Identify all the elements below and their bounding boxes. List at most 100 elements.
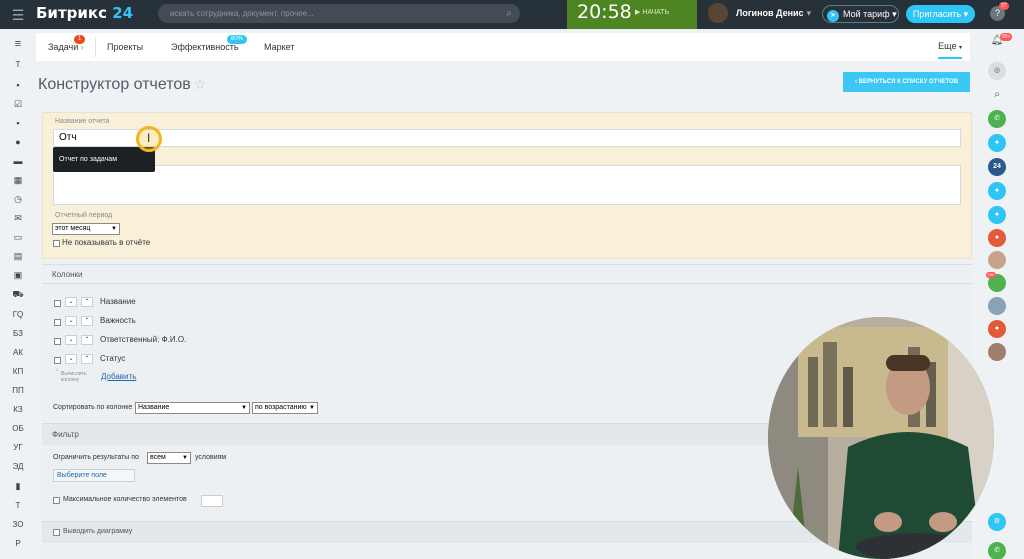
period-label: Отчетный период xyxy=(55,212,113,219)
chat-search-icon[interactable]: ◎ xyxy=(988,62,1006,80)
move-down-icon[interactable]: ⌄ xyxy=(65,354,77,364)
settings-icon[interactable]: ⚙ xyxy=(988,513,1006,531)
report-description-input[interactable] xyxy=(53,165,961,205)
mail-icon[interactable]: ✉ xyxy=(6,213,30,224)
user-chat-avatar-1[interactable] xyxy=(988,251,1006,269)
clock-icon[interactable]: ◷ xyxy=(6,194,30,205)
notification-badge: 99+ xyxy=(1000,33,1013,41)
search-icon[interactable]: ⌕ xyxy=(988,86,1006,104)
sidebar-item-kp[interactable]: КП xyxy=(6,367,30,376)
autocomplete-dropdown[interactable]: Отчет по задачам xyxy=(53,147,155,172)
groups-icon[interactable]: ● xyxy=(6,137,30,147)
move-up-icon[interactable]: ⌃ xyxy=(81,316,93,326)
column-status: Статус xyxy=(100,354,126,363)
clock-start[interactable]: ▶ НАЧАТЬ xyxy=(635,8,669,16)
menu-icon[interactable]: ☰ xyxy=(10,7,26,23)
mouse-cursor-highlight: I xyxy=(136,126,162,152)
search-input[interactable]: искать сотрудника, документ, прочее... ⌕ xyxy=(158,4,520,23)
cart-icon[interactable]: ⛟ xyxy=(6,289,30,301)
user-chat-avatar-4[interactable] xyxy=(988,343,1006,361)
add-column-link[interactable]: Добавить xyxy=(101,372,136,381)
tab-projects[interactable]: Проекты xyxy=(107,42,143,52)
column-checkbox[interactable] xyxy=(54,357,61,364)
show-chart-checkbox[interactable] xyxy=(53,529,60,536)
star-icon[interactable]: ☆ xyxy=(194,76,207,92)
sidebar-item-ed[interactable]: ЭД xyxy=(6,462,30,471)
bitrix24-chat[interactable]: 24 xyxy=(988,158,1006,176)
tab-tasks[interactable]: Задачи › 1 xyxy=(48,35,86,52)
phone-icon[interactable]: ✆ xyxy=(988,110,1006,128)
tab-market[interactable]: Маркет xyxy=(264,42,294,52)
drive-icon[interactable]: ▬ xyxy=(6,156,30,166)
user-menu[interactable]: Логинов Денис ▾ xyxy=(736,8,811,19)
sort-order-select[interactable]: по возрастанию ▼ xyxy=(252,402,318,414)
tab-more[interactable]: Еще ▾ xyxy=(938,41,962,59)
filter-icon[interactable]: ≡ xyxy=(6,38,30,50)
move-down-icon[interactable]: ⌄ xyxy=(65,297,77,307)
report-name-input[interactable]: Отч xyxy=(53,129,961,147)
move-up-icon[interactable]: ⌃ xyxy=(81,354,93,364)
search-icon[interactable]: ⌕ xyxy=(506,4,512,23)
calendar-icon[interactable]: ▦ xyxy=(6,175,30,186)
brand-logo[interactable]: Битрикс 24 xyxy=(36,4,133,22)
tasks-icon[interactable]: ☑ xyxy=(6,99,30,110)
period-select-value: этот месяц xyxy=(55,225,91,232)
chat-icon[interactable]: ▪ xyxy=(6,80,30,90)
chevron-down-icon: ▾ xyxy=(958,45,962,51)
column-checkbox[interactable] xyxy=(54,319,61,326)
group-chat-icon-3[interactable]: ● xyxy=(988,206,1006,224)
sidebar-item-t1[interactable]: T xyxy=(6,60,30,69)
help-badge: 37 xyxy=(999,2,1009,10)
sidebar-item-zo[interactable]: ЗО xyxy=(6,520,30,529)
back-to-reports-button[interactable]: ‹ ВЕРНУТЬСЯ К СПИСКУ ОТЧЕТОВ xyxy=(843,72,970,92)
work-time-clock[interactable]: 20:58 ▶ НАЧАТЬ xyxy=(567,0,697,29)
move-up-icon[interactable]: ⌃ xyxy=(81,335,93,345)
calc-hint-line2: колонку xyxy=(61,377,80,383)
sidebar-item-kz[interactable]: КЗ xyxy=(6,405,30,414)
help-button[interactable]: ? 37 xyxy=(990,2,1009,21)
autocomplete-item[interactable]: Отчет по задачам xyxy=(59,156,117,163)
group-chat-icon[interactable]: ● xyxy=(988,134,1006,152)
messages-icon[interactable]: ▪ xyxy=(6,118,30,128)
user-chat-icon[interactable]: ● xyxy=(988,229,1006,247)
limit-suffix: условиям xyxy=(195,454,227,461)
period-select[interactable]: этот месяц ▼ xyxy=(52,223,120,235)
column-checkbox[interactable] xyxy=(54,338,61,345)
my-plan-button[interactable]: ➤ Мой тариф ▾ xyxy=(822,5,899,23)
move-up-icon[interactable]: ⌃ xyxy=(81,297,93,307)
contacts-icon[interactable]: ▣ xyxy=(6,270,30,281)
divider xyxy=(42,283,972,284)
group-chat-icon-2[interactable]: ● xyxy=(988,182,1006,200)
clock-start-label: НАЧАТЬ xyxy=(642,9,670,16)
phone-icon-2[interactable]: ✆ xyxy=(988,542,1006,559)
sort-column-select[interactable]: Название ▼ xyxy=(135,402,250,414)
chevron-down-icon: ▼ xyxy=(309,405,315,411)
column-checkbox[interactable] xyxy=(54,300,61,307)
clock-time: 20:58 xyxy=(577,1,632,23)
max-items-input[interactable] xyxy=(201,495,223,507)
choose-field-button[interactable]: Выберите поле xyxy=(53,469,135,482)
sidebar-item-gq[interactable]: ГQ xyxy=(6,310,30,319)
move-down-icon[interactable]: ⌄ xyxy=(65,335,77,345)
sidebar-item-bz[interactable]: БЗ xyxy=(6,329,30,338)
user-chat-icon-2[interactable]: ● xyxy=(988,320,1006,338)
limit-select[interactable]: всем ▼ xyxy=(147,452,191,464)
folder-icon[interactable]: ▤ xyxy=(6,251,30,262)
sort-column-value: Название xyxy=(138,404,170,411)
sidebar-item-t2[interactable]: Т xyxy=(6,501,30,510)
user-chat-avatar-3[interactable] xyxy=(988,297,1006,315)
sidebar-item-pp[interactable]: ПП xyxy=(6,386,30,395)
invite-button[interactable]: Пригласить ▾ xyxy=(906,5,975,23)
sidebar-item-ob[interactable]: ОБ xyxy=(6,424,30,433)
sidebar-item-r[interactable]: Р xyxy=(6,539,30,548)
user-avatar[interactable] xyxy=(708,3,728,23)
tab-efficiency[interactable]: Эффективность 80% xyxy=(171,35,248,52)
sidebar-item-ak[interactable]: АК xyxy=(6,348,30,357)
document-icon[interactable]: ▮ xyxy=(6,481,30,492)
max-items-checkbox[interactable] xyxy=(53,497,60,504)
back-button-label: ВЕРНУТЬСЯ К СПИСКУ ОТЧЕТОВ xyxy=(858,79,959,85)
car-icon[interactable]: ▭ xyxy=(6,232,30,243)
move-down-icon[interactable]: ⌄ xyxy=(65,316,77,326)
sidebar-item-ug[interactable]: УГ xyxy=(6,443,30,452)
hide-period-checkbox[interactable] xyxy=(53,240,60,247)
